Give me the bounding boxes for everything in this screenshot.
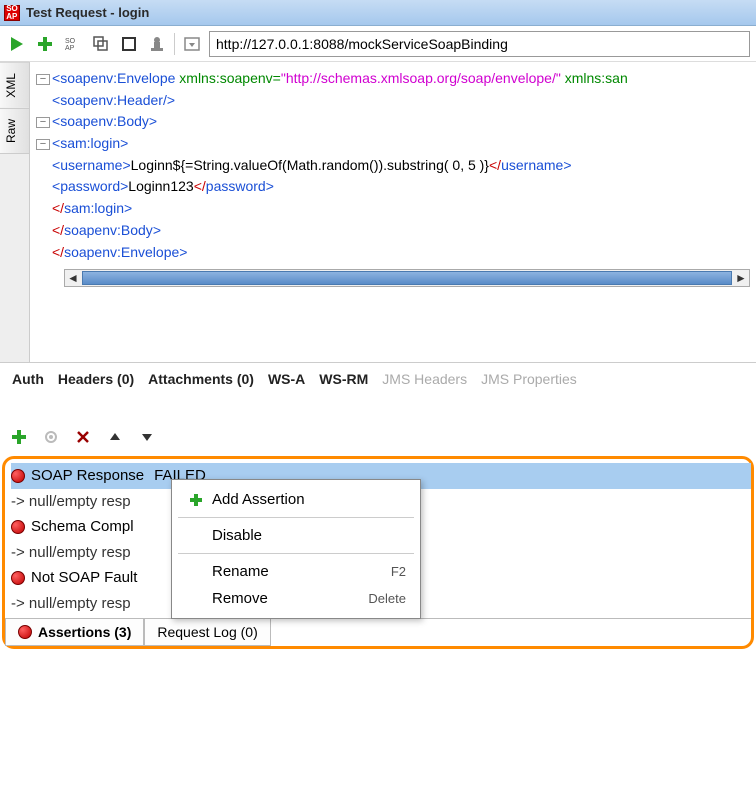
scroll-left-icon[interactable]: ◄ [65, 269, 81, 288]
fold-toggle-icon[interactable]: − [36, 74, 50, 85]
clone-icon[interactable] [90, 33, 112, 55]
soap-options-icon[interactable]: SOAP [62, 33, 84, 55]
run-button[interactable] [6, 33, 28, 55]
tab-xml[interactable]: XML [0, 62, 29, 108]
request-inspector-tabs: Auth Headers (0) Attachments (0) WS-A WS… [0, 363, 756, 396]
plus-icon [186, 493, 206, 507]
fold-toggle-icon[interactable]: − [36, 139, 50, 150]
editor-area: XML Raw −<soapenv:Envelope xmlns:soapenv… [0, 62, 756, 363]
stamp-icon[interactable] [146, 33, 168, 55]
svg-text:SO: SO [65, 38, 76, 45]
footer-tabs: Assertions (3) Request Log (0) [5, 618, 751, 646]
svg-text:AP: AP [65, 45, 75, 52]
menu-separator [178, 517, 414, 518]
menu-item-add-assertion[interactable]: Add Assertion [172, 486, 420, 513]
menu-item-remove[interactable]: Remove Delete [172, 585, 420, 612]
scroll-thumb[interactable] [82, 271, 732, 285]
editor-side-tabs: XML Raw [0, 62, 30, 362]
xml-editor[interactable]: −<soapenv:Envelope xmlns:soapenv="http:/… [30, 62, 756, 362]
status-failed-icon [11, 469, 25, 483]
tab-wsrm[interactable]: WS-RM [319, 371, 368, 387]
toolbar-divider [174, 33, 175, 55]
menu-item-disable[interactable]: Disable [172, 522, 420, 549]
status-failed-icon [11, 520, 25, 534]
configure-assertion-icon[interactable] [40, 426, 62, 448]
window-titlebar: SOAP Test Request - login [0, 0, 756, 26]
add-assertion-button[interactable] [8, 426, 30, 448]
assertions-highlight-box: SOAP Response FAILED -> null/empty resp … [2, 456, 754, 649]
status-failed-icon [18, 625, 32, 639]
soap-app-icon: SOAP [4, 5, 20, 21]
dropdown-icon[interactable] [181, 33, 203, 55]
endpoint-url-input[interactable] [209, 31, 750, 57]
assertion-context-menu: Add Assertion Disable Rename F2 Remove D… [171, 479, 421, 619]
move-up-icon[interactable] [104, 426, 126, 448]
menu-separator [178, 553, 414, 554]
fold-toggle-icon[interactable]: − [36, 117, 50, 128]
remove-assertion-icon[interactable] [72, 426, 94, 448]
tab-jms-headers: JMS Headers [382, 371, 467, 387]
menu-item-rename[interactable]: Rename F2 [172, 558, 420, 585]
assertion-name: Schema Compl [31, 514, 134, 540]
stop-icon[interactable] [118, 33, 140, 55]
request-toolbar: SOAP [0, 26, 756, 62]
window-title: Test Request - login [26, 5, 149, 20]
tab-wsa[interactable]: WS-A [268, 371, 305, 387]
tab-auth[interactable]: Auth [12, 371, 44, 387]
assertions-toolbar [0, 416, 756, 456]
status-failed-icon [11, 571, 25, 585]
assertion-name: SOAP Response [31, 463, 144, 489]
horizontal-scrollbar[interactable]: ◄ ► [64, 269, 750, 287]
tab-raw[interactable]: Raw [0, 108, 29, 154]
tab-headers[interactable]: Headers (0) [58, 371, 134, 387]
tab-jms-properties: JMS Properties [481, 371, 577, 387]
assertion-name: Not SOAP Fault [31, 565, 137, 591]
add-button[interactable] [34, 33, 56, 55]
scroll-right-icon[interactable]: ► [733, 269, 749, 288]
footer-tab-assertions[interactable]: Assertions (3) [5, 619, 144, 646]
footer-tab-request-log[interactable]: Request Log (0) [144, 619, 270, 646]
tab-attachments[interactable]: Attachments (0) [148, 371, 254, 387]
move-down-icon[interactable] [136, 426, 158, 448]
